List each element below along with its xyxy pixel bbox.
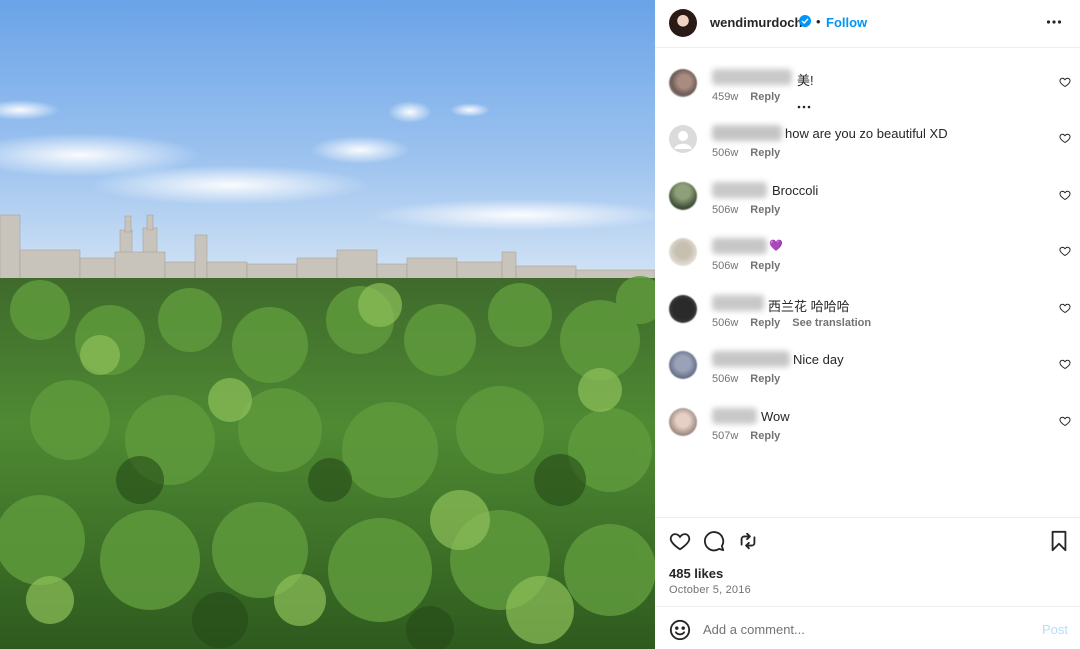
post-side-panel: wendimurdoch • Follow 美! 459w Reply how … <box>655 0 1080 649</box>
comment-meta: 507w Reply <box>712 430 792 442</box>
see-translation-button[interactable]: See translation <box>792 317 871 329</box>
comment-meta: 506w Reply <box>712 147 792 159</box>
more-options-icon[interactable] <box>1046 14 1062 35</box>
comment-meta: 506w Reply <box>712 373 792 385</box>
comment-meta: 506w Reply <box>712 204 792 216</box>
commenter-avatar[interactable] <box>669 351 697 379</box>
comment-like-heart-icon[interactable] <box>1059 357 1071 375</box>
post-date: October 5, 2016 <box>669 584 751 596</box>
comment-age: 506w <box>712 147 739 159</box>
comment-item: Wow 507w Reply <box>655 408 1080 464</box>
comment-age: 506w <box>712 260 739 272</box>
commenter-username-blurred[interactable] <box>712 408 757 424</box>
author-username[interactable]: wendimurdoch <box>710 15 802 30</box>
commenter-avatar[interactable] <box>669 238 697 266</box>
save-bookmark-icon[interactable] <box>1049 530 1069 557</box>
comment-text: 西兰花 哈哈哈 <box>768 299 850 314</box>
comment-text: 美! <box>797 73 814 88</box>
repost-icon[interactable] <box>737 530 759 557</box>
commenter-avatar[interactable] <box>669 125 697 153</box>
post-header: wendimurdoch • Follow <box>655 0 1080 48</box>
comment-item: 美! 459w Reply <box>655 69 1080 125</box>
commenter-avatar[interactable] <box>669 408 697 436</box>
likes-count[interactable]: 485 likes <box>669 566 723 581</box>
comment-like-heart-icon[interactable] <box>1059 414 1071 432</box>
reply-button[interactable]: Reply <box>750 260 780 272</box>
comment-text: Broccoli <box>772 183 819 198</box>
comment-item: how are you zo beautiful XD 506w Reply <box>655 125 1080 181</box>
comment-item: Nice day 506w Reply <box>655 351 1080 407</box>
add-comment-input[interactable] <box>703 618 1023 640</box>
follow-button[interactable]: Follow <box>826 15 867 30</box>
comments-list[interactable]: 美! 459w Reply how are you zo beautiful XD… <box>655 49 1080 517</box>
comment-text: Nice day <box>793 352 844 367</box>
commenter-avatar[interactable] <box>669 295 697 323</box>
comment-item: 西兰花 哈哈哈 506w Reply See translation <box>655 295 1080 351</box>
commenter-username-blurred[interactable] <box>712 69 792 85</box>
commenter-username-blurred[interactable] <box>712 295 764 311</box>
comment-text: 💜 <box>769 240 783 252</box>
comment-meta: 506w Reply See translation <box>712 317 883 329</box>
comment-bubble-icon[interactable] <box>703 530 725 557</box>
like-heart-icon[interactable] <box>669 530 691 557</box>
comment-meta: 506w Reply <box>712 260 792 272</box>
author-avatar[interactable] <box>669 9 697 37</box>
emoji-icon[interactable] <box>669 619 691 646</box>
commenter-avatar[interactable] <box>669 69 697 97</box>
post-photo[interactable] <box>0 0 655 649</box>
reply-button[interactable]: Reply <box>750 430 780 442</box>
comment-meta: 459w Reply <box>712 91 792 103</box>
reply-button[interactable]: Reply <box>750 204 780 216</box>
comment-text: Wow <box>761 409 790 424</box>
comment-text: how are you zo beautiful XD <box>785 126 948 141</box>
reply-button[interactable]: Reply <box>750 317 780 329</box>
comment-like-heart-icon[interactable] <box>1059 131 1071 149</box>
commenter-username-blurred[interactable] <box>712 125 782 141</box>
comment-age: 506w <box>712 373 739 385</box>
post-actions: 485 likes October 5, 2016 <box>655 517 1080 607</box>
post-comment-button[interactable]: Post <box>1042 622 1068 637</box>
commenter-username-blurred[interactable] <box>712 182 767 198</box>
comment-item: Broccoli 506w Reply <box>655 182 1080 238</box>
comment-age: 506w <box>712 204 739 216</box>
comment-age: 507w <box>712 430 739 442</box>
reply-button[interactable]: Reply <box>750 373 780 385</box>
verified-badge-icon <box>799 15 811 27</box>
comment-age: 459w <box>712 91 739 103</box>
reply-button[interactable]: Reply <box>750 147 780 159</box>
comment-like-heart-icon[interactable] <box>1059 188 1071 206</box>
central-park-skyline-image <box>0 0 655 649</box>
commenter-username-blurred[interactable] <box>712 238 767 254</box>
reply-button[interactable]: Reply <box>750 91 780 103</box>
add-comment-bar: Post <box>655 606 1080 649</box>
comment-like-heart-icon[interactable] <box>1059 75 1071 93</box>
comment-like-heart-icon[interactable] <box>1059 301 1071 319</box>
header-separator: • <box>816 14 821 29</box>
comment-more-icon[interactable] <box>797 96 811 114</box>
commenter-username-blurred[interactable] <box>712 351 790 367</box>
comment-item: 💜 506w Reply <box>655 238 1080 294</box>
commenter-avatar[interactable] <box>669 182 697 210</box>
comment-age: 506w <box>712 317 739 329</box>
comment-like-heart-icon[interactable] <box>1059 244 1071 262</box>
